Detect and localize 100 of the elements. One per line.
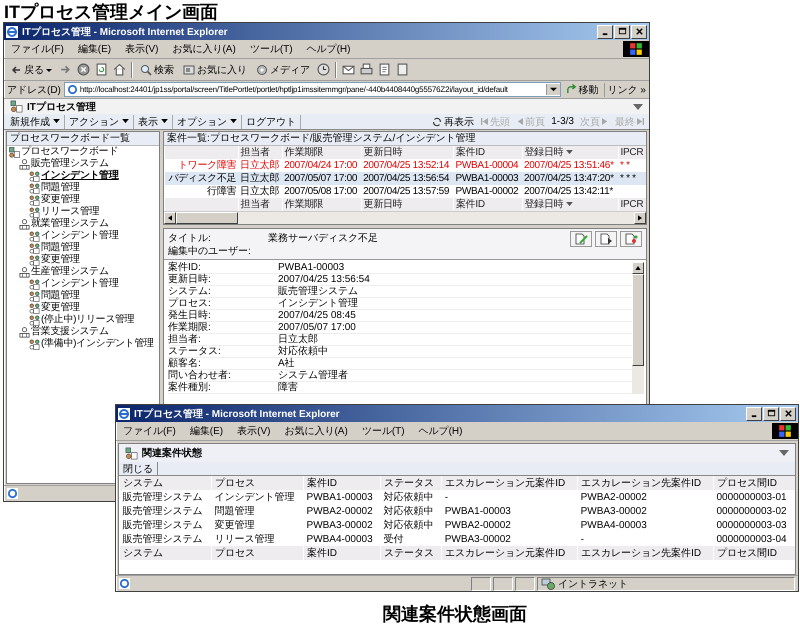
tree-item[interactable]: 営業支援システム: [31, 326, 109, 338]
edit-button[interactable]: [570, 231, 592, 247]
tree-item[interactable]: (準備中)インシデント管理: [41, 338, 154, 350]
back-button[interactable]: 戻る: [8, 62, 54, 76]
table-row[interactable]: バディスク不足 日立太郎 2007/05/07 17:00 2007/04/25 13:56:54 PWBA1-00003 2007/04/25 13:47:20* * * *: [164, 172, 646, 185]
menu-item[interactable]: ヘルプ(H): [412, 424, 470, 438]
tree-item[interactable]: インシデント管理: [41, 170, 119, 182]
minimize-button[interactable]: [597, 24, 613, 38]
menu-item[interactable]: 表示(V): [230, 424, 278, 438]
tree-item[interactable]: 問題管理: [41, 182, 80, 194]
home-icon[interactable]: [113, 63, 126, 76]
refresh-icon[interactable]: [95, 63, 108, 76]
menu-item[interactable]: ヘルプ(H): [300, 42, 358, 56]
portal-menu-item[interactable]: アクション: [65, 114, 134, 128]
table-row[interactable]: 行障害 日立太郎 2007/05/08 17:00 2007/04/25 13:57:59 PWBA1-00002 2007/04/25 13:42:11*: [164, 185, 646, 198]
portal-menu-item[interactable]: オプション: [173, 114, 242, 128]
portal-menu-item[interactable]: ログアウト: [242, 114, 301, 128]
menu-item[interactable]: 編集(E): [182, 424, 230, 438]
column-header[interactable]: 案件ID: [453, 198, 522, 211]
maximize-button[interactable]: [763, 406, 779, 420]
favorites-button[interactable]: お気に入り: [181, 62, 249, 76]
column-header[interactable]: エスカレーション先案件ID: [578, 476, 714, 490]
scroll-right-icon[interactable]: [638, 215, 642, 221]
column-header[interactable]: システム: [120, 476, 212, 490]
column-header[interactable]: プロセス間ID: [714, 546, 795, 560]
column-header[interactable]: プロセス: [212, 546, 304, 560]
tree-item[interactable]: 問題管理: [41, 290, 80, 302]
maximize-button[interactable]: [614, 24, 630, 38]
column-header[interactable]: 登録日時: [522, 146, 618, 159]
menu-item[interactable]: ファイル(F): [4, 42, 71, 56]
tree-item[interactable]: 就業管理システム: [31, 218, 109, 230]
close-button[interactable]: [780, 406, 796, 420]
horizontal-scrollbar[interactable]: [164, 211, 646, 224]
address-label: アドレス(D): [7, 84, 61, 96]
portal-menu-item[interactable]: 表示: [134, 114, 173, 128]
column-header[interactable]: 登録日時: [522, 198, 618, 211]
tree-item[interactable]: (停止中)リリース管理: [41, 314, 134, 326]
forward-arrow-icon[interactable]: [59, 63, 72, 76]
related-cases-button[interactable]: [620, 231, 642, 247]
vertical-scrollbar[interactable]: [632, 262, 644, 394]
column-header[interactable]: 担当者: [238, 198, 282, 211]
portal-menu-item[interactable]: 新規作成: [6, 114, 65, 128]
tree-item[interactable]: 変更管理: [41, 302, 80, 314]
history-icon[interactable]: [317, 63, 330, 76]
search-button[interactable]: 検索: [138, 62, 176, 76]
scroll-left-icon[interactable]: [168, 215, 172, 221]
column-header[interactable]: IPCR: [618, 198, 646, 211]
scroll-up-icon[interactable]: [635, 266, 641, 270]
column-header[interactable]: エスカレーション先案件ID: [578, 546, 714, 560]
address-field[interactable]: http://localhost:24401/jp1ss/portal/screen/TitlePortlet/portlet/hptljp1imssitemmgr/pane/-440b4408440g55576Z2i/layout_id/default: [64, 82, 561, 97]
close-button[interactable]: [631, 24, 647, 38]
scroll-thumb[interactable]: [632, 274, 644, 366]
column-header[interactable]: ステータス: [380, 546, 442, 560]
media-button[interactable]: メディア: [254, 62, 312, 76]
document-icon[interactable]: [396, 63, 409, 76]
column-header[interactable]: 案件ID: [304, 546, 381, 560]
links-button[interactable]: リンク »: [604, 82, 646, 96]
stop-icon[interactable]: [77, 63, 90, 76]
tree-item[interactable]: インシデント管理: [41, 278, 119, 290]
column-header[interactable]: エスカレーション元案件ID: [442, 476, 578, 490]
column-header[interactable]: 作業期限: [282, 198, 362, 211]
menu-item[interactable]: 表示(V): [118, 42, 166, 56]
tree-item[interactable]: インシデント管理: [41, 230, 119, 242]
tree-item[interactable]: 生産管理システム: [31, 266, 109, 278]
menu-item[interactable]: 編集(E): [70, 42, 118, 56]
menu-item[interactable]: ツール(T): [354, 424, 412, 438]
column-header[interactable]: 案件ID: [453, 146, 522, 159]
go-button[interactable]: 移動: [564, 82, 601, 96]
menu-item[interactable]: ファイル(F): [116, 424, 183, 438]
column-header[interactable]: ステータス: [380, 476, 442, 490]
scroll-thumb[interactable]: [176, 212, 238, 224]
column-header[interactable]: エスカレーション元案件ID: [442, 546, 578, 560]
column-header[interactable]: 更新日時: [361, 146, 454, 159]
tree-item[interactable]: 問題管理: [41, 242, 80, 254]
column-header[interactable]: 更新日時: [361, 198, 454, 211]
menu-item[interactable]: お気に入り(A): [165, 42, 243, 56]
page-heading: ITプロセス管理メイン画面: [4, 1, 218, 24]
forward-document-button[interactable]: [595, 231, 617, 247]
tree-item[interactable]: リリース管理: [41, 206, 100, 218]
column-header[interactable]: 担当者: [238, 146, 282, 159]
tree-item[interactable]: 変更管理: [41, 254, 80, 266]
column-header[interactable]: システム: [120, 546, 212, 560]
refresh-link[interactable]: 再表示: [428, 114, 478, 128]
column-header[interactable]: 作業期限: [282, 146, 362, 159]
column-header[interactable]: プロセス: [212, 476, 304, 490]
table-row[interactable]: トワーク障害 日立太郎 2007/04/24 17:00 2007/04/25 13:52:14 PWBA1-00004 2007/04/25 13:51:46* * *: [164, 159, 646, 172]
tree-item[interactable]: 販売管理システム: [31, 158, 109, 170]
column-header[interactable]: プロセス間ID: [714, 476, 795, 490]
menu-item[interactable]: ツール(T): [242, 42, 300, 56]
menu-item[interactable]: お気に入り(A): [277, 424, 355, 438]
column-header[interactable]: IPCR: [618, 146, 646, 159]
tree-item[interactable]: プロセスワークボード: [21, 146, 118, 158]
column-header[interactable]: 案件ID: [304, 476, 381, 490]
print-icon[interactable]: [360, 63, 373, 76]
tree-item[interactable]: 変更管理: [41, 194, 80, 206]
minimize-button[interactable]: [746, 406, 762, 420]
edit-icon[interactable]: [378, 63, 391, 76]
mail-icon[interactable]: [342, 63, 355, 76]
dropdown-icon[interactable]: [550, 86, 557, 93]
portal-title: ITプロセス管理: [27, 100, 96, 114]
